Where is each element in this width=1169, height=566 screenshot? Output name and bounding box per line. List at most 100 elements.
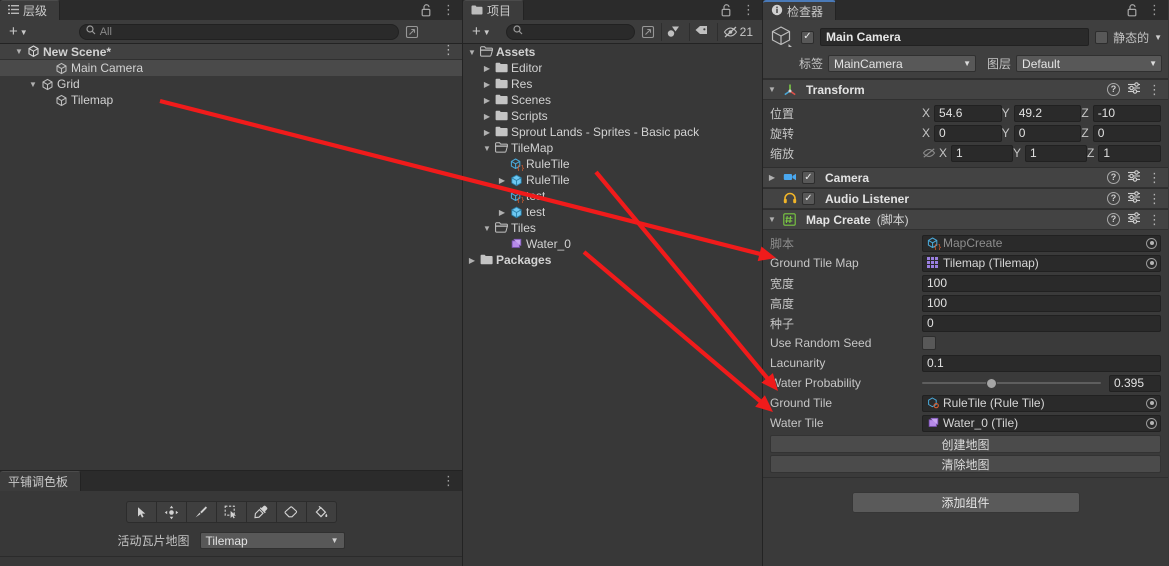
tab-hierarchy[interactable]: 层级: [0, 0, 61, 20]
property-field-y[interactable]: 49.2: [1013, 104, 1082, 122]
help-icon[interactable]: ?: [1107, 192, 1120, 205]
help-icon[interactable]: ?: [1107, 171, 1120, 184]
project-item-assets[interactable]: ▼ Assets: [463, 44, 762, 60]
property-field-z[interactable]: 1: [1098, 144, 1161, 162]
property-field-y[interactable]: 0: [1013, 124, 1082, 142]
component-header-audio-listener[interactable]: ✓ Audio Listener? ⋮: [763, 188, 1168, 209]
hierarchy-item-tilemap[interactable]: ▶Tilemap: [0, 92, 462, 108]
project-item-test[interactable]: ▶ test: [463, 204, 762, 220]
filter-by-type-icon[interactable]: [660, 22, 685, 41]
hierarchy-add-button[interactable]: + ▼: [4, 24, 33, 39]
project-item-res[interactable]: ▶ Res: [463, 76, 762, 92]
scene-menu-icon[interactable]: ⋮: [442, 44, 455, 56]
preset-icon[interactable]: [1127, 170, 1141, 185]
project-menu-icon[interactable]: ⋮: [742, 3, 755, 16]
component-enabled-checkbox[interactable]: ✓: [802, 171, 815, 184]
chevron-down-icon[interactable]: ▼: [14, 47, 24, 56]
project-item-tilemap[interactable]: ▼ TileMap: [463, 140, 762, 156]
chevron-down-icon[interactable]: ▼: [482, 224, 492, 233]
object-field-脚本[interactable]: {} MapCreate: [922, 234, 1161, 252]
slider-knob[interactable]: [985, 377, 997, 389]
property-field-高度[interactable]: 100: [922, 294, 1161, 312]
property-checkbox-use-random-seed[interactable]: [922, 336, 936, 350]
chevron-right-icon[interactable]: ▶: [482, 96, 492, 105]
property-field-x[interactable]: 54.6: [934, 104, 1002, 122]
active-tilemap-dropdown[interactable]: Tilemap ▼: [199, 532, 345, 549]
component-header-camera[interactable]: ▶ ✓ Camera? ⋮: [763, 167, 1168, 188]
hierarchy-item-main-camera[interactable]: ▶Main Camera: [0, 60, 462, 76]
static-checkbox[interactable]: [1095, 30, 1109, 44]
chevron-right-icon[interactable]: ▶: [467, 256, 477, 265]
chevron-right-icon[interactable]: ▶: [482, 128, 492, 137]
object-field-ground-tile-map[interactable]: Tilemap (Tilemap): [922, 254, 1161, 272]
project-item-test[interactable]: ▶{}test: [463, 188, 762, 204]
component-header-map-create[interactable]: ▼ Map Create (脚本)? ⋮: [763, 209, 1168, 230]
component-button-1[interactable]: 清除地图: [770, 455, 1161, 473]
chevron-right-icon[interactable]: ▶: [497, 176, 507, 185]
chevron-down-icon[interactable]: ▼: [482, 144, 492, 153]
object-picker-icon[interactable]: [1146, 257, 1157, 269]
chevron-right-icon[interactable]: ▶: [482, 112, 492, 121]
chevron-down-icon[interactable]: ▼: [1154, 33, 1162, 42]
palette-menu-icon[interactable]: ⋮: [442, 474, 455, 487]
chevron-down-icon[interactable]: ▼: [767, 85, 777, 94]
chevron-right-icon[interactable]: ▶: [497, 208, 507, 217]
inspector-menu-icon[interactable]: ⋮: [1148, 3, 1161, 16]
preset-icon[interactable]: [1127, 191, 1141, 206]
tag-dropdown[interactable]: MainCamera ▼: [828, 55, 977, 72]
project-add-button[interactable]: + ▼: [467, 24, 496, 39]
preset-icon[interactable]: [1127, 82, 1141, 97]
chevron-right-icon[interactable]: ▶: [482, 64, 492, 73]
hierarchy-item-grid[interactable]: ▼ Grid: [0, 76, 462, 92]
property-field-宽度[interactable]: 100: [922, 274, 1161, 292]
gameobject-name-field[interactable]: Main Camera: [820, 28, 1090, 46]
property-slider-water-probability[interactable]: [922, 376, 1101, 390]
object-picker-icon[interactable]: [1146, 237, 1157, 249]
property-field-种子[interactable]: 0: [922, 314, 1161, 332]
project-item-ruletile[interactable]: ▶ RuleTile: [463, 172, 762, 188]
preset-icon[interactable]: [1127, 212, 1141, 227]
hierarchy-menu-icon[interactable]: ⋮: [442, 3, 455, 16]
component-menu-icon[interactable]: ⋮: [1148, 213, 1161, 226]
property-field-z[interactable]: 0: [1092, 124, 1162, 142]
chevron-down-icon[interactable]: ▼: [467, 48, 477, 57]
hierarchy-search-input[interactable]: All: [78, 23, 399, 40]
component-button-0[interactable]: 创建地图: [770, 435, 1161, 453]
object-field-water-tile[interactable]: Water_0 (Tile): [922, 414, 1161, 432]
paint-brush-tool[interactable]: [185, 501, 217, 523]
project-item-scripts[interactable]: ▶ Scripts: [463, 108, 762, 124]
tab-tile-palette[interactable]: 平铺调色板: [0, 471, 82, 491]
hidden-assets-toggle[interactable]: 21: [716, 22, 758, 41]
property-field-water-probability[interactable]: 0.395: [1109, 374, 1161, 392]
filter-by-label-icon[interactable]: [688, 22, 713, 41]
chevron-down-icon[interactable]: ▼: [767, 215, 777, 224]
property-field-y[interactable]: 1: [1025, 144, 1087, 162]
object-picker-icon[interactable]: [1146, 417, 1157, 429]
move-tool[interactable]: [155, 501, 187, 523]
flood-fill-tool[interactable]: [305, 501, 337, 523]
property-field-x[interactable]: 1: [951, 144, 1013, 162]
project-item-ruletile[interactable]: ▶{}RuleTile: [463, 156, 762, 172]
object-field-ground-tile[interactable]: RuleTile (Rule Tile): [922, 394, 1161, 412]
component-enabled-checkbox[interactable]: ✓: [802, 192, 815, 205]
tab-project[interactable]: 项目: [463, 0, 525, 20]
lock-icon[interactable]: [721, 3, 732, 17]
lock-icon[interactable]: [421, 3, 432, 17]
project-item-packages[interactable]: ▶ Packages: [463, 252, 762, 268]
project-item-editor[interactable]: ▶ Editor: [463, 60, 762, 76]
lock-icon[interactable]: [1127, 3, 1138, 17]
eraser-tool[interactable]: [275, 501, 307, 523]
chevron-right-icon[interactable]: ▶: [482, 80, 492, 89]
help-icon[interactable]: ?: [1107, 83, 1120, 96]
component-menu-icon[interactable]: ⋮: [1148, 83, 1161, 96]
component-header-transform[interactable]: ▼ Transform? ⋮: [763, 79, 1168, 100]
project-item-sprout-lands-sprites-basic-pack[interactable]: ▶ Sprout Lands - Sprites - Basic pack: [463, 124, 762, 140]
hierarchy-item-new-scene[interactable]: ▼ New Scene* ⋮: [0, 44, 462, 60]
chevron-right-icon[interactable]: ▶: [767, 173, 777, 182]
project-search-expand-icon[interactable]: [639, 25, 657, 39]
hierarchy-search-expand-icon[interactable]: [403, 25, 421, 39]
property-field-x[interactable]: 0: [934, 124, 1002, 142]
select-tool[interactable]: [125, 501, 157, 523]
property-field-z[interactable]: -10: [1092, 104, 1162, 122]
project-item-scenes[interactable]: ▶ Scenes: [463, 92, 762, 108]
